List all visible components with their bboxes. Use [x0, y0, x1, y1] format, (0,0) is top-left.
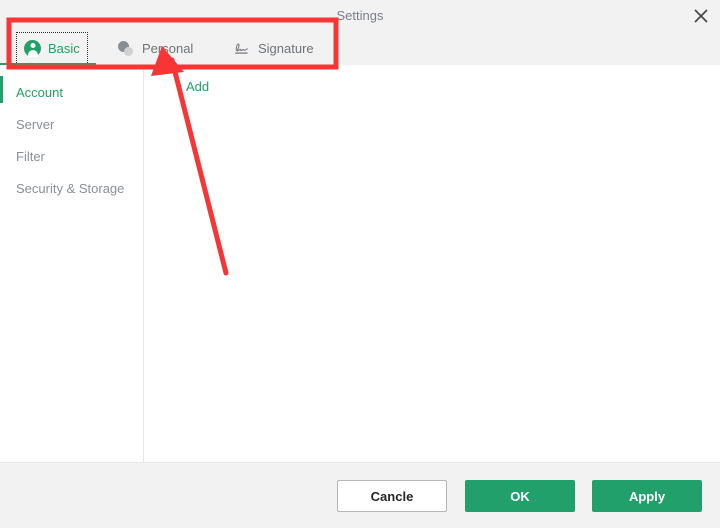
close-icon[interactable]	[686, 2, 716, 30]
window-title: Settings	[336, 8, 384, 23]
sidebar-item-label: Server	[16, 116, 55, 132]
tab-bar: Basic Personal Signature	[0, 32, 720, 66]
add-account-link[interactable]: Add	[186, 79, 209, 94]
apply-button[interactable]: Apply	[592, 480, 702, 512]
cancel-button[interactable]: Cancle	[337, 480, 447, 512]
avatar-icon	[24, 40, 41, 57]
sidebar: Account Server Filter Security & Storage	[0, 65, 144, 462]
content-panel: Add	[145, 65, 720, 462]
signature-icon	[233, 41, 251, 56]
dialog-body: Account Server Filter Security & Storage…	[0, 65, 720, 462]
tab-personal[interactable]: Personal	[110, 32, 201, 65]
tab-personal-label: Personal	[142, 41, 194, 56]
sidebar-item-label: Security & Storage	[16, 180, 125, 196]
tab-signature-label: Signature	[258, 41, 314, 56]
tab-signature[interactable]: Signature	[225, 32, 322, 65]
title-bar: Settings	[0, 0, 720, 32]
sidebar-item-account[interactable]: Account	[0, 76, 143, 108]
settings-dialog: Settings Basic Personal Signature Accoun…	[0, 0, 720, 528]
ok-button[interactable]: OK	[465, 480, 575, 512]
sidebar-item-filter[interactable]: Filter	[0, 140, 143, 172]
sidebar-item-server[interactable]: Server	[0, 108, 143, 140]
sidebar-item-security-storage[interactable]: Security & Storage	[0, 172, 143, 204]
person-icon	[118, 40, 135, 57]
tab-basic[interactable]: Basic	[16, 32, 88, 65]
tab-basic-label: Basic	[48, 41, 80, 56]
dialog-footer: Cancle OK Apply	[0, 462, 720, 528]
sidebar-item-label: Account	[16, 84, 63, 100]
sidebar-item-label: Filter	[16, 148, 45, 164]
